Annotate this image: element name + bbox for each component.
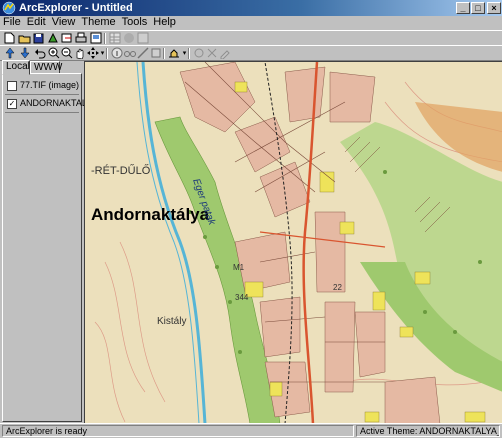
- save-icon[interactable]: [32, 32, 45, 44]
- map-label-number: 344: [235, 293, 249, 302]
- edit-icon[interactable]: [218, 47, 231, 59]
- measure-icon[interactable]: [136, 47, 149, 59]
- layer-visibility-checkbox[interactable]: [7, 80, 17, 91]
- layer-item[interactable]: ✓ ANDORNAKTALY: [7, 96, 92, 110]
- add-theme-icon[interactable]: [46, 32, 59, 44]
- legend-panel: 77.TIF (image) ✓ ANDORNAKTALY: [2, 73, 92, 422]
- legend-tabs: Local WWW: [2, 60, 84, 75]
- map-toolbar: ▾ ▾: [0, 45, 502, 61]
- query-icon[interactable]: [149, 47, 162, 59]
- export-icon[interactable]: [60, 32, 73, 44]
- map-view[interactable]: -RÉT-DŰLŐ Andornaktálya Eger patak Kistá…: [84, 61, 502, 423]
- theme-down-icon[interactable]: [18, 47, 31, 59]
- status-bar: ArcExplorer is ready Active Theme: ANDOR…: [0, 423, 502, 438]
- menu-theme[interactable]: Theme: [78, 16, 118, 29]
- zoom-out-icon[interactable]: [60, 47, 73, 59]
- close-button[interactable]: ×: [487, 2, 501, 14]
- map-label-number: M1: [233, 263, 245, 272]
- table-icon[interactable]: [108, 32, 121, 44]
- zoom-in-icon[interactable]: [47, 47, 60, 59]
- clear-selection-icon[interactable]: [205, 47, 218, 59]
- print-icon[interactable]: [74, 32, 87, 44]
- map-label-district: Kistály: [157, 316, 186, 327]
- new-file-icon[interactable]: [3, 32, 16, 44]
- menu-tools[interactable]: Tools: [119, 16, 151, 29]
- layer-divider: [5, 94, 79, 95]
- minimize-button[interactable]: _: [456, 2, 470, 14]
- pan-hand-icon[interactable]: [73, 47, 86, 59]
- map-label-fields: -RÉT-DŰLŐ: [91, 163, 151, 177]
- tab-local[interactable]: Local: [2, 60, 30, 75]
- map-label-number: 22: [333, 283, 342, 292]
- theme-up-icon[interactable]: [3, 47, 16, 59]
- layer-divider: [5, 112, 79, 113]
- map-canvas[interactable]: -RÉT-DŰLŐ Andornaktálya Eger patak Kistá…: [85, 62, 502, 423]
- main-toolbar: [0, 30, 502, 46]
- properties-icon[interactable]: [136, 32, 149, 44]
- layer-visibility-checkbox[interactable]: ✓: [7, 98, 17, 109]
- menu-view[interactable]: View: [49, 16, 79, 29]
- layer-item[interactable]: 77.TIF (image): [7, 78, 79, 92]
- menu-edit[interactable]: Edit: [24, 16, 49, 29]
- find-icon[interactable]: [123, 47, 136, 59]
- map-label-town: Andornaktálya: [91, 205, 210, 224]
- undo-icon[interactable]: [33, 47, 46, 59]
- layout-icon[interactable]: [89, 32, 102, 44]
- identify-icon[interactable]: [110, 47, 123, 59]
- active-theme-status: Active Theme: ANDORNAKTALYA_HK.TIF: [356, 425, 500, 437]
- buffer-icon[interactable]: [192, 47, 205, 59]
- menu-file[interactable]: File: [0, 16, 24, 29]
- title-bar[interactable]: ArcExplorer - Untitled _ □ ×: [0, 0, 502, 16]
- maximize-button[interactable]: □: [471, 2, 485, 14]
- status-text: ArcExplorer is ready: [2, 425, 354, 437]
- arcexplorer-logo-icon: [2, 1, 16, 15]
- layer-label: 77.TIF (image): [20, 80, 80, 90]
- menu-bar: File Edit View Theme Tools Help: [0, 16, 502, 30]
- menu-help[interactable]: Help: [150, 16, 179, 29]
- chart-icon[interactable]: [122, 32, 135, 44]
- layer-label: ANDORNAKTALY: [20, 98, 93, 108]
- open-folder-icon[interactable]: [18, 32, 31, 44]
- window-title: ArcExplorer - Untitled: [19, 2, 133, 14]
